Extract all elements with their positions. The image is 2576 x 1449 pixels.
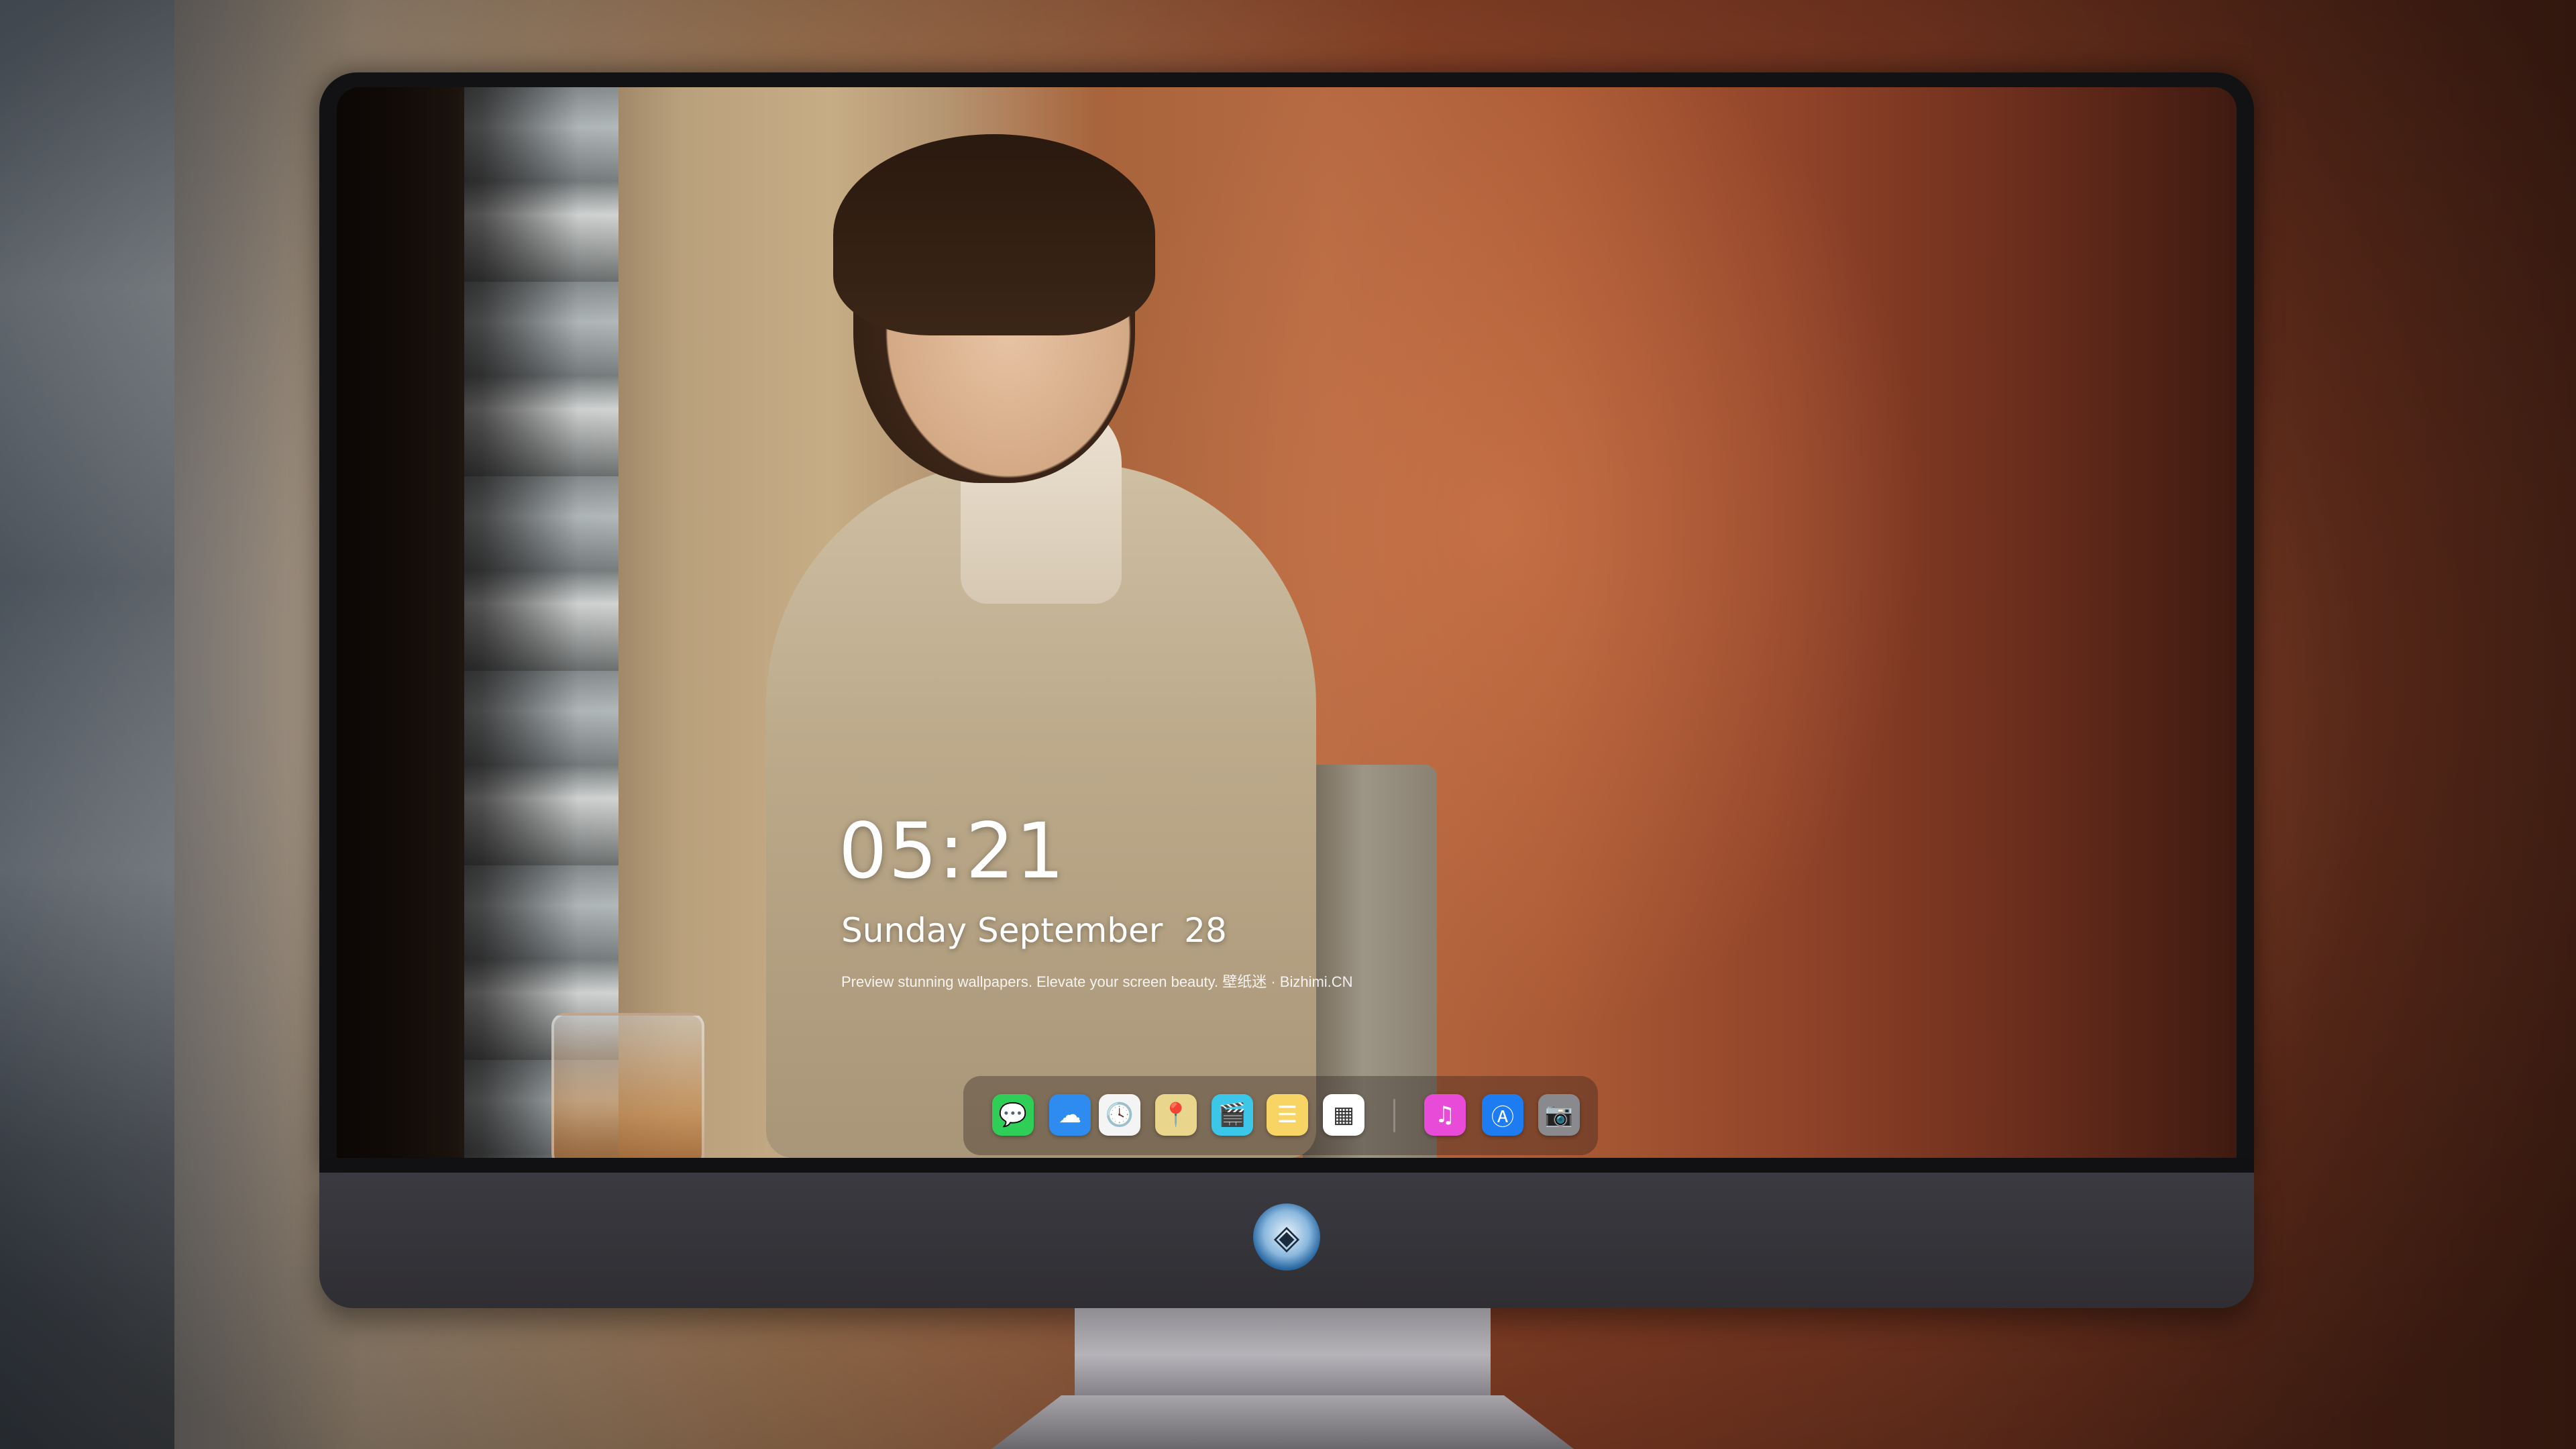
logo-glyph: ◈ bbox=[1273, 1218, 1300, 1256]
photo-gallery-icon[interactable]: ▦ bbox=[1323, 1094, 1364, 1136]
monitor-stand-neck bbox=[1075, 1308, 1491, 1402]
lock-screen-tagline: Preview stunning wallpapers. Elevate you… bbox=[841, 973, 1353, 990]
music-note-icon[interactable]: ♫ bbox=[1424, 1094, 1466, 1136]
wallpaper-glass-cup bbox=[551, 1013, 704, 1158]
camera-icon[interactable]: 📷 bbox=[1538, 1094, 1580, 1136]
monitor-bezel: 05:21 Sunday September 28 Preview stunni… bbox=[319, 72, 2254, 1173]
lock-screen[interactable]: 05:21 Sunday September 28 Preview stunni… bbox=[337, 87, 2237, 1158]
monitor-stand-foot bbox=[991, 1395, 1574, 1449]
dock: 💬 ☁ 🕓 📍 🎬 ☰ ▦ ♫ Ⓐ 📷 bbox=[963, 1076, 1598, 1155]
app-store-icon[interactable]: Ⓐ bbox=[1482, 1094, 1523, 1136]
lock-screen-date: Sunday September 28 bbox=[841, 911, 1227, 950]
messages-icon[interactable]: 💬 bbox=[992, 1094, 1034, 1136]
notes-icon[interactable]: ☰ bbox=[1267, 1094, 1308, 1136]
wallpaper-figure-hair bbox=[833, 134, 1155, 335]
wallpaper-shadow bbox=[337, 87, 578, 1158]
weather-icon[interactable]: ☁ bbox=[1049, 1094, 1091, 1136]
maps-icon[interactable]: 📍 bbox=[1155, 1094, 1197, 1136]
clapperboard-icon[interactable]: 🎬 bbox=[1212, 1094, 1253, 1136]
dragon-mascot-icon: ◈ bbox=[1253, 1203, 1320, 1271]
lock-screen-time: 05:21 bbox=[839, 806, 1066, 896]
dock-separator bbox=[1393, 1099, 1395, 1132]
clock-icon[interactable]: 🕓 bbox=[1099, 1094, 1140, 1136]
